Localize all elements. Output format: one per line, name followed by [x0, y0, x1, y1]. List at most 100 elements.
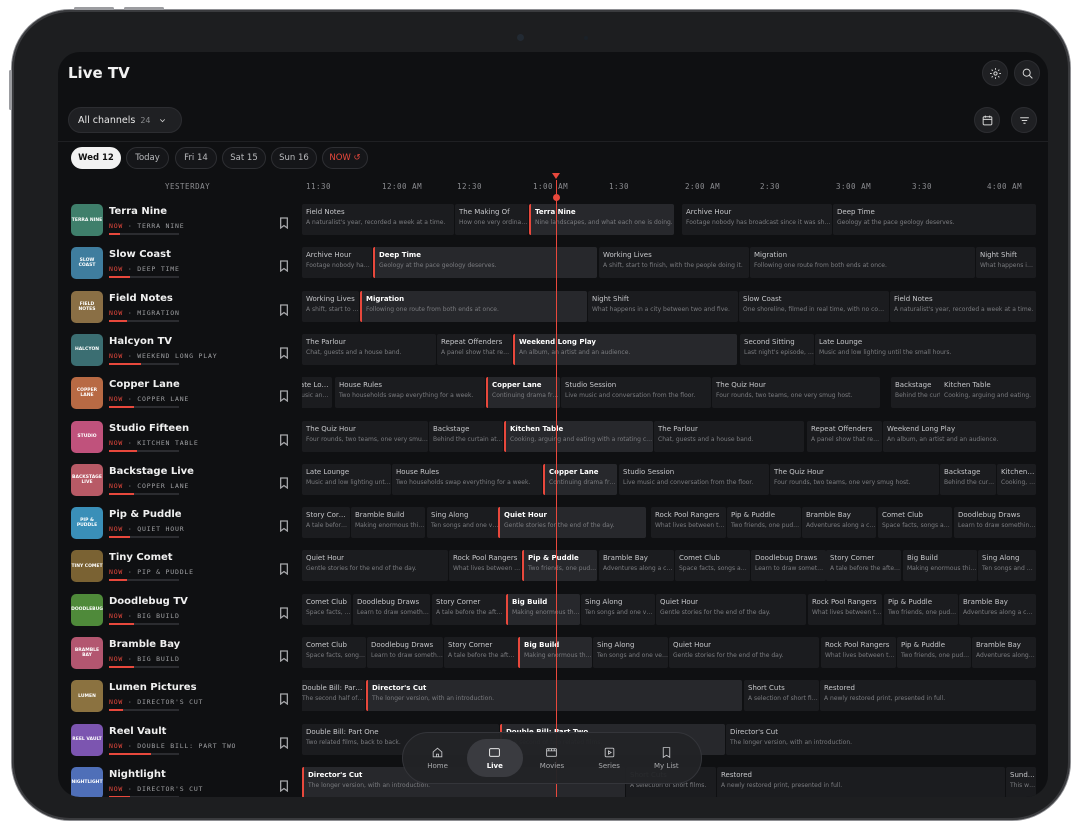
bookmark-button[interactable] [279, 257, 289, 273]
bookmark-button[interactable] [279, 301, 289, 316]
program-cell[interactable]: Story Corner A tale before the afternoon. [444, 637, 518, 668]
program-cell[interactable]: Quiet Hour Gentle stories for the end of … [302, 550, 448, 582]
program-cell[interactable]: The Parlour Chat, guests and a house band… [302, 333, 436, 365]
program-cell[interactable]: Deep Time Geology at the pace geology des… [833, 204, 1036, 235]
program-cell[interactable]: Sing Along Ten songs and one very big fin… [427, 507, 500, 539]
program-cell[interactable]: Kitchen Table Cooking, arguing and eating… [940, 377, 1036, 409]
program-cell[interactable]: Pip & Puddle Two friends, one puddle. [727, 507, 801, 539]
program-cell[interactable]: Backstage Behind the curtain at a theatre… [940, 463, 996, 495]
program-cell[interactable]: Short Cuts A selection of short films. [744, 680, 819, 712]
program-cell[interactable]: Night Shift What happens in a city betwee… [976, 247, 1036, 279]
program-cell[interactable]: Sing Along Ten songs and one very big fin… [581, 593, 655, 625]
program-cell[interactable]: Backstage Behind the curtain at a theatre… [429, 420, 503, 452]
program-cell[interactable]: Quiet Hour Gentle stories for the end of … [498, 507, 646, 539]
program-cell[interactable]: Rock Pool Rangers What lives between the … [449, 550, 521, 582]
channel-filter-dropdown[interactable]: All channels 24 [68, 107, 182, 133]
program-cell[interactable]: Working Lives A shift, start to finish. [302, 290, 359, 322]
program-cell[interactable]: Slow Coast One shoreline, filmed in real … [739, 290, 889, 322]
program-cell[interactable]: The Parlour Chat, guests and a house band… [654, 420, 804, 452]
program-cell[interactable]: Weekend Long Play An album, an artist and… [883, 420, 1036, 452]
program-cell[interactable]: Copper Lane Continuing drama from the lan… [543, 463, 617, 495]
program-cell[interactable]: House Rules Two households swap everythin… [392, 463, 542, 495]
bookmark-button[interactable] [279, 604, 289, 619]
program-cell[interactable]: Bramble Bay Adventures along a coast. [802, 507, 876, 539]
program-cell[interactable]: Deep Time Geology at the pace geology des… [373, 247, 597, 279]
bookmark-button[interactable] [279, 214, 289, 230]
date-pill-1[interactable]: Today [126, 147, 169, 169]
program-cell[interactable]: Kitchen Table Cooking, arguing and eating… [997, 463, 1036, 495]
program-cell[interactable]: Pip & Puddle Two friends, one puddle. [897, 637, 971, 668]
program-cell[interactable]: Pip & Puddle Two friends, one puddle. [884, 593, 958, 625]
program-cell[interactable]: Late Lounge Music and low lighting until … [302, 463, 391, 495]
program-cell[interactable]: Repeat Offenders A panel show that repeat… [807, 420, 882, 452]
program-cell[interactable]: Archive Hour Footage nobody has broadcast… [682, 204, 832, 235]
tab-series[interactable]: Series [581, 739, 637, 777]
program-cell[interactable]: Weekend Long Play An album, an artist and… [513, 333, 737, 365]
program-cell[interactable]: Quiet Hour Gentle stories for the end of … [669, 637, 819, 668]
program-cell[interactable]: Story Corner A tale before bed. [302, 507, 350, 539]
program-cell[interactable]: Repeat Offenders A panel show that repeat… [437, 333, 512, 365]
program-cell[interactable]: Rock Pool Rangers What lives between the … [821, 637, 896, 668]
program-cell[interactable]: Sing Along Ten songs and one very big fin… [593, 637, 668, 668]
bookmark-button[interactable] [279, 344, 289, 360]
program-cell[interactable]: Bramble Bay Adventures along a coast. [959, 593, 1036, 625]
program-cell[interactable]: Director's Cut The longer version, with a… [366, 680, 742, 712]
search-button[interactable] [1014, 60, 1040, 86]
program-cell[interactable]: Late Lounge Music and low lighting until … [815, 333, 1036, 365]
program-cell[interactable]: Field Notes A naturalist's year, recorded… [890, 290, 1036, 322]
program-cell[interactable]: Comet Club Space facts, songs and snacks. [878, 507, 952, 539]
program-cell[interactable]: Doodlebug Draws Learn to draw something n… [353, 593, 430, 625]
bookmark-button[interactable] [279, 431, 289, 446]
bookmark-button[interactable] [279, 560, 289, 576]
program-cell[interactable]: Late Lounge Music and low lighting. [302, 377, 332, 409]
bookmark-button[interactable] [279, 777, 289, 793]
program-cell[interactable]: Bramble Bay Adventures along a coast. [972, 637, 1036, 668]
program-cell[interactable]: Restored A newly restored print, presente… [717, 766, 1005, 797]
program-cell[interactable]: Migration Following one route from both e… [750, 247, 975, 279]
program-cell[interactable]: Big Build Making enormous things. [518, 637, 592, 668]
bookmark-button[interactable] [279, 387, 289, 403]
program-cell[interactable]: The Quiz Hour Four rounds, two teams, one… [302, 420, 428, 452]
program-cell[interactable]: Bramble Build Making enormous things. [351, 507, 425, 539]
program-cell[interactable]: Double Bill: Part Two The second half of … [302, 680, 365, 712]
program-cell[interactable]: Doodlebug Draws Learn to draw something n… [367, 637, 443, 668]
bookmark-button[interactable] [279, 474, 289, 490]
bookmark-button[interactable] [279, 647, 289, 663]
program-cell[interactable]: Pip & Puddle Two friends, one puddle. [522, 550, 597, 582]
tab-home[interactable]: Home [410, 739, 466, 777]
program-cell[interactable]: Night Shift What happens in a city betwee… [588, 290, 738, 322]
program-cell[interactable]: Copper Lane Continuing drama from the lan… [486, 377, 560, 409]
program-cell[interactable]: The Making Of How one very ordinary film … [455, 204, 528, 235]
date-pill-5[interactable]: NOW ↺ [322, 147, 368, 169]
sort-button[interactable] [1011, 107, 1037, 133]
bookmark-button[interactable] [279, 690, 289, 706]
program-cell[interactable]: Archive Hour Footage nobody has broadcast… [302, 247, 372, 279]
program-cell[interactable]: Kitchen Table Cooking, arguing and eating… [504, 420, 653, 452]
program-cell[interactable]: Migration Following one route from both e… [360, 290, 587, 322]
date-pill-4[interactable]: Sun 16 [271, 147, 317, 169]
program-cell[interactable]: Studio Session Live music and conversatio… [619, 463, 769, 495]
program-cell[interactable]: Restored A newly restored print, presente… [820, 680, 1036, 712]
program-cell[interactable]: Doodlebug Draws Learn to draw something n… [954, 507, 1036, 539]
bookmark-button[interactable] [279, 734, 289, 749]
program-cell[interactable]: Story Corner A tale before the afternoon. [432, 593, 506, 625]
settings-button[interactable] [982, 60, 1008, 86]
program-cell[interactable]: House Rules Two households swap everythin… [335, 377, 485, 409]
program-cell[interactable]: Comet Club Space facts, songs and snacks. [302, 637, 366, 668]
program-cell[interactable]: Rock Pool Rangers What lives between the … [808, 593, 882, 625]
date-pill-3[interactable]: Sat 15 [222, 147, 266, 169]
program-cell[interactable]: The Quiz Hour Four rounds, two teams, one… [712, 377, 880, 409]
program-cell[interactable]: Doodlebug Draws Learn to draw something n… [751, 550, 826, 582]
calendar-button[interactable] [974, 107, 1000, 133]
date-pill-0[interactable]: Wed 12 [71, 147, 121, 169]
program-cell[interactable]: Rock Pool Rangers What lives between the … [651, 507, 726, 539]
program-cell[interactable]: Story Corner A tale before the afternoon. [826, 550, 901, 582]
program-cell[interactable]: Big Build Making enormous things. [506, 593, 580, 625]
program-cell[interactable]: Director's Cut The longer version, with a… [726, 723, 1036, 755]
tab-my-list[interactable]: My List [638, 739, 694, 777]
bookmark-button[interactable] [279, 517, 289, 533]
program-cell[interactable]: Second Sitting Last night's episode, agai… [740, 333, 814, 365]
program-cell[interactable]: Big Build Making enormous things. [903, 550, 977, 582]
program-cell[interactable]: Working Lives A shift, start to finish, w… [599, 247, 749, 279]
program-cell[interactable]: Comet Club Space facts, songs and snacks. [302, 593, 351, 625]
